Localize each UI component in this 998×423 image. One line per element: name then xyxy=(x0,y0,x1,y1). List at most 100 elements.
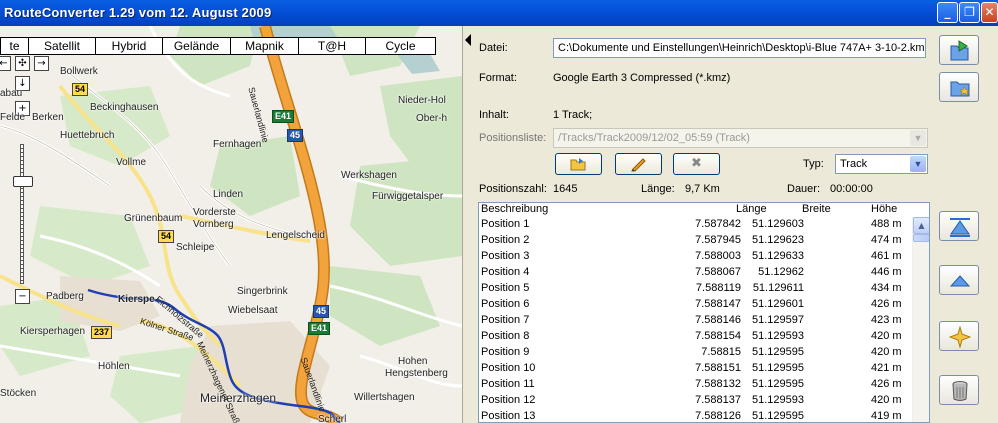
file-path-field[interactable]: C:\Dokumente und Einstellungen\Heinrich\… xyxy=(553,38,926,58)
road-shield: 237 xyxy=(91,326,113,339)
cell-breite: 51.129611 xyxy=(752,282,804,294)
move-top-button[interactable] xyxy=(939,211,979,241)
cell-hoehe: 420 m xyxy=(871,346,902,358)
table-row[interactable]: Position 10 7.588151 51.129595 421 m xyxy=(479,362,913,378)
map-label: Lengelscheid xyxy=(266,230,325,241)
zoom-out-button[interactable]: − xyxy=(15,289,30,304)
open-file-button[interactable] xyxy=(939,35,979,65)
typ-select[interactable]: Track ▼ xyxy=(835,154,928,174)
map-type-bar: te Satellit Hybrid Gelände Mapnik T@H Cy… xyxy=(0,37,436,55)
map-label: Beckinghausen xyxy=(90,102,159,113)
insert-position-button[interactable] xyxy=(939,321,979,351)
splitter[interactable] xyxy=(462,26,474,423)
trash-icon xyxy=(952,381,968,401)
title-bar[interactable]: RouteConverter 1.29 vom 12. August 2009 … xyxy=(0,0,998,26)
map-label: Stöcken xyxy=(0,388,37,399)
table-row[interactable]: Position 1 7.587842 51.129603 488 m xyxy=(479,218,913,234)
map-label: Linden xyxy=(213,189,244,200)
new-file-button[interactable] xyxy=(939,72,979,102)
pan-right-button[interactable]: → xyxy=(34,56,49,71)
positionsliste-select[interactable]: /Tracks/Track2009/12/02_05:59 (Track) ▼ xyxy=(553,128,928,148)
column-header-beschreibung[interactable]: Beschreibung xyxy=(481,203,548,215)
map-label: Willertshagen xyxy=(354,392,415,403)
chevron-down-icon: ▼ xyxy=(910,130,926,146)
cell-beschreibung: Position 10 xyxy=(481,362,536,374)
positions-table[interactable]: Beschreibung Länge Breite Höhe Position … xyxy=(478,202,930,423)
table-row[interactable]: Position 4 7.588067 51.12962 446 m xyxy=(479,266,913,282)
map-label: Fernhagen xyxy=(213,139,262,150)
map-label: Wiebelsaat xyxy=(228,305,278,316)
table-scrollbar[interactable]: ▲ xyxy=(912,217,929,422)
table-row[interactable]: Position 2 7.587945 51.129623 474 m xyxy=(479,234,913,250)
road-shield: 45 xyxy=(313,305,330,318)
map-label: Kiersperhagen xyxy=(20,326,86,337)
pencil-icon xyxy=(630,158,646,172)
cell-laenge: 7.588146 xyxy=(695,314,741,326)
column-header-laenge[interactable]: Länge xyxy=(736,203,767,215)
collapse-arrow-icon[interactable] xyxy=(465,34,471,46)
table-row[interactable]: Position 13 7.588126 51.129595 419 m xyxy=(479,410,913,422)
tab-satellit[interactable]: Satellit xyxy=(29,38,96,54)
map-label: Kierspe xyxy=(118,294,155,305)
delete-position-button[interactable] xyxy=(939,375,979,405)
table-row[interactable]: Position 8 7.588154 51.129593 420 m xyxy=(479,330,913,346)
tab-tah[interactable]: T@H xyxy=(299,38,366,54)
minus-icon: − xyxy=(18,291,27,302)
new-folder-icon xyxy=(950,81,970,97)
dauer-label: Dauer: xyxy=(787,183,821,195)
map-label: Ober-h xyxy=(416,113,448,124)
column-header-hoehe[interactable]: Höhe xyxy=(871,203,897,215)
map-label: Fürwiggetalsper xyxy=(372,191,444,202)
table-row[interactable]: Position 7 7.588146 51.129597 423 m xyxy=(479,314,913,330)
cell-laenge: 7.588154 xyxy=(695,330,741,342)
close-button[interactable]: ✕ xyxy=(981,2,998,23)
cell-hoehe: 423 m xyxy=(871,314,902,326)
open-position-list-button[interactable] xyxy=(555,153,602,175)
delete-position-list-button[interactable]: ✖ xyxy=(673,153,720,175)
pan-center-button[interactable]: ✣ xyxy=(15,56,30,71)
tab-gelaende[interactable]: Gelände xyxy=(163,38,231,54)
rename-position-list-button[interactable] xyxy=(615,153,662,175)
map-label: Hengstenberg xyxy=(385,368,448,379)
tab-mapnik[interactable]: Mapnik xyxy=(231,38,299,54)
cell-breite: 51.129601 xyxy=(752,298,804,310)
table-row[interactable]: Position 11 7.588132 51.129595 426 m xyxy=(479,378,913,394)
map-label: Nieder-Hol xyxy=(398,95,446,106)
arrow-left-icon: ← xyxy=(0,58,8,69)
scrollbar-thumb[interactable] xyxy=(913,234,929,242)
positionsliste-value: /Tracks/Track2009/12/02_05:59 (Track) xyxy=(558,132,750,144)
open-file-icon xyxy=(950,40,969,61)
tab-hybrid[interactable]: Hybrid xyxy=(96,38,163,54)
insert-star-icon xyxy=(949,326,971,348)
zoom-slider-handle[interactable] xyxy=(13,176,33,187)
cell-breite: 51.129595 xyxy=(752,378,804,390)
map-view[interactable]: te Satellit Hybrid Gelände Mapnik T@H Cy… xyxy=(0,26,462,423)
map-label: Hohen xyxy=(398,356,428,367)
column-header-breite[interactable]: Breite xyxy=(802,203,831,215)
table-row[interactable]: Position 6 7.588147 51.129601 426 m xyxy=(479,298,913,314)
typ-label: Typ: xyxy=(803,158,824,170)
cell-hoehe: 420 m xyxy=(871,330,902,342)
move-up-button[interactable] xyxy=(939,265,979,295)
road-shield: 45 xyxy=(287,129,304,142)
maximize-button[interactable]: ❐ xyxy=(959,2,980,23)
table-row[interactable]: Position 3 7.588003 51.129633 461 m xyxy=(479,250,913,266)
cell-beschreibung: Position 1 xyxy=(481,218,530,230)
pan-left-button[interactable]: ← xyxy=(0,56,11,71)
tab-cycle[interactable]: Cycle xyxy=(366,38,435,54)
map-label: Singerbrink xyxy=(237,286,288,297)
cell-breite: 51.129593 xyxy=(752,330,804,342)
cell-beschreibung: Position 6 xyxy=(481,298,530,310)
table-row[interactable]: Position 12 7.588137 51.129593 420 m xyxy=(479,394,913,410)
scroll-up-button[interactable]: ▲ xyxy=(913,217,929,234)
minimize-button[interactable]: _ xyxy=(937,2,958,23)
cell-beschreibung: Position 9 xyxy=(481,346,530,358)
table-row[interactable]: Position 9 7.58815 51.129595 420 m xyxy=(479,346,913,362)
map-label: abau xyxy=(0,88,23,99)
cell-hoehe: 488 m xyxy=(871,218,902,230)
zoom-slider[interactable] xyxy=(20,144,24,284)
tab-map[interactable]: te xyxy=(1,38,29,54)
laenge-label: Länge: xyxy=(641,183,675,195)
table-row[interactable]: Position 5 7.588119 51.129611 434 m xyxy=(479,282,913,298)
road-shield: 54 xyxy=(72,83,89,96)
